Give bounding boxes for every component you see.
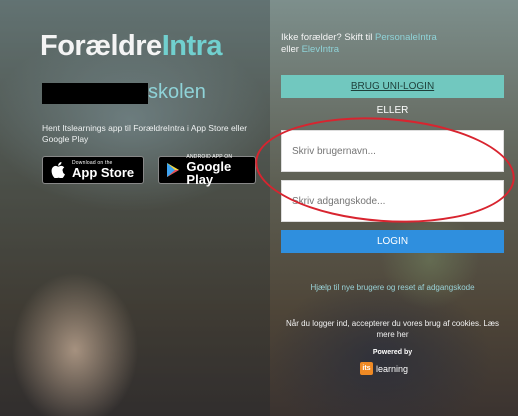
cookies-notice: Når du logger ind, accepterer du vores b… [285, 319, 499, 339]
foraeldreintra-logo: ForældreIntra [40, 30, 223, 63]
personaleintra-link[interactable]: PersonaleIntra [375, 32, 437, 43]
app-download-hint: Hent Itslearnings app til ForældreIntra … [42, 123, 248, 144]
login-button[interactable]: LOGIN [281, 230, 504, 253]
itslearning-name: learning [376, 363, 409, 374]
or-divider: ELLER [376, 105, 409, 116]
powered-by-label: Powered by [372, 349, 413, 356]
switch-prefix: Ikke forælder? Skift til [281, 32, 373, 43]
app-store-button[interactable]: Download on the App Store [42, 156, 144, 184]
logo-part2: Intra [161, 30, 223, 62]
elevintra-link[interactable]: ElevIntra [302, 44, 340, 55]
help-new-users-link[interactable]: Hjælp til nye brugere og reset af adgang… [281, 282, 504, 293]
apple-icon [49, 161, 67, 179]
switch-portal-text: Ikke forælder? Skift til PersonaleIntra … [281, 32, 506, 56]
username-field[interactable] [281, 130, 504, 172]
logo-part1: Forældre [40, 30, 162, 62]
itslearning-logo: its learning [360, 362, 408, 375]
password-field[interactable] [281, 180, 504, 222]
redacted-school-name [42, 83, 148, 104]
play-icon [165, 161, 181, 179]
itslearning-mark: its [360, 362, 373, 375]
switch-middle: eller [281, 44, 299, 55]
school-name-suffix: skolen [148, 81, 206, 103]
uni-login-button[interactable]: BRUG UNI-LOGIN [281, 75, 504, 98]
google-play-label: Google Play [186, 158, 232, 187]
google-play-button[interactable]: ANDROID APP ON Google Play [158, 154, 256, 187]
app-store-label: App Store [72, 165, 135, 180]
